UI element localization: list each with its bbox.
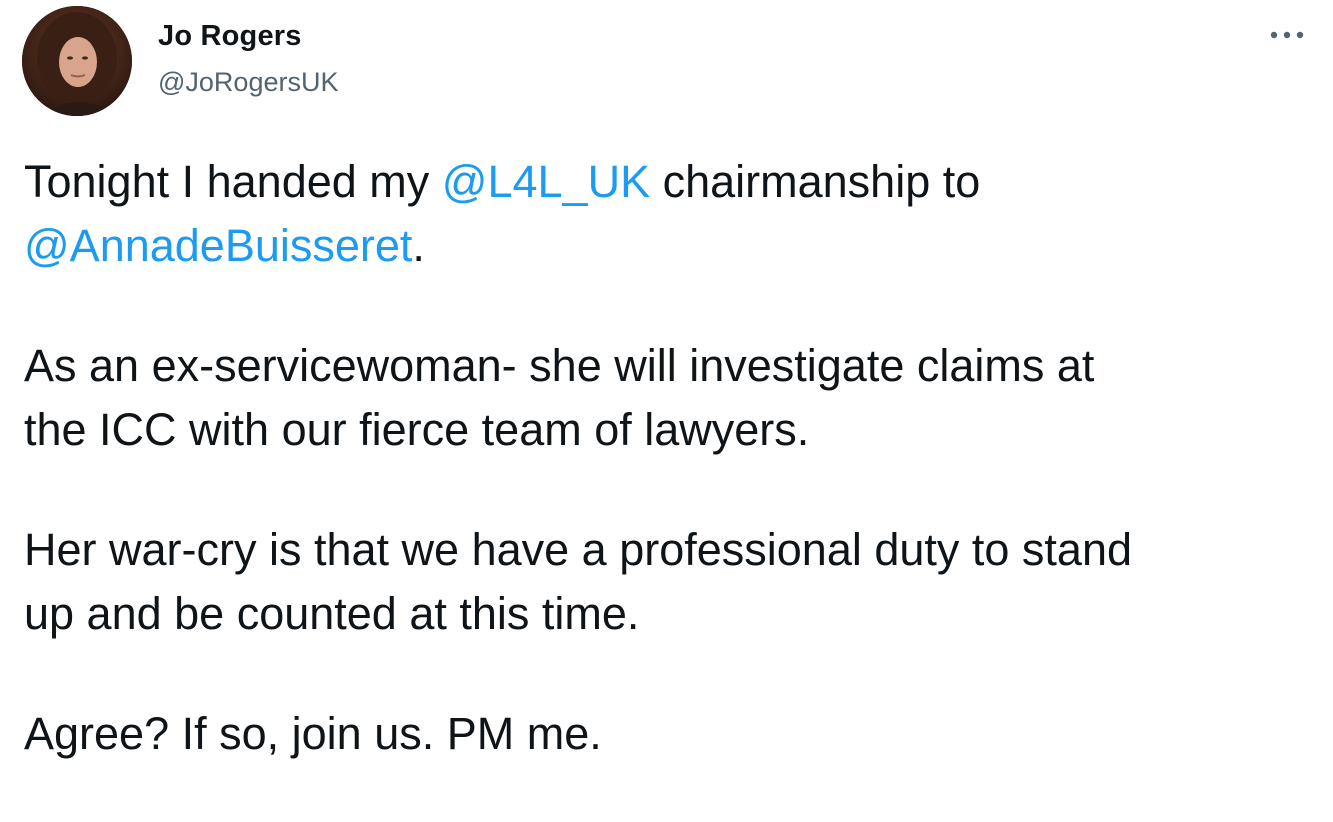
avatar-photo [22,6,132,116]
text-line: As an ex-servicewoman- she will investig… [24,340,1095,391]
tweet: Jo Rogers @JoRogersUK Tonight I handed m… [0,0,1333,807]
more-options-button[interactable] [1262,20,1312,50]
tweet-paragraph-2: As an ex-servicewoman- she will investig… [24,334,1324,462]
text-line: up and be counted at this time. [24,588,640,639]
user-handle[interactable]: @JoRogersUK [158,67,338,98]
tweet-paragraph-3: Her war-cry is that we have a profession… [24,518,1324,646]
text-segment: Tonight I handed my [24,156,442,207]
text-segment: chairmanship to [650,156,981,207]
text-line: the ICC with our fierce team of lawyers. [24,404,810,455]
avatar[interactable] [22,6,132,116]
text-segment: . [412,220,425,271]
more-horizontal-icon [1270,31,1304,39]
tweet-paragraph-4: Agree? If so, join us. PM me. [24,702,1324,766]
tweet-paragraph-1: Tonight I handed my @L4L_UK chairmanship… [24,150,1324,278]
text-line: Her war-cry is that we have a profession… [24,524,1133,575]
mention-link-annadebuisseret[interactable]: @AnnadeBuisseret [24,220,412,271]
text-line: Agree? If so, join us. PM me. [24,708,602,759]
mention-link-l4l-uk[interactable]: @L4L_UK [442,156,650,207]
tweet-text: Tonight I handed my @L4L_UK chairmanship… [24,150,1324,822]
display-name[interactable]: Jo Rogers [158,20,302,53]
